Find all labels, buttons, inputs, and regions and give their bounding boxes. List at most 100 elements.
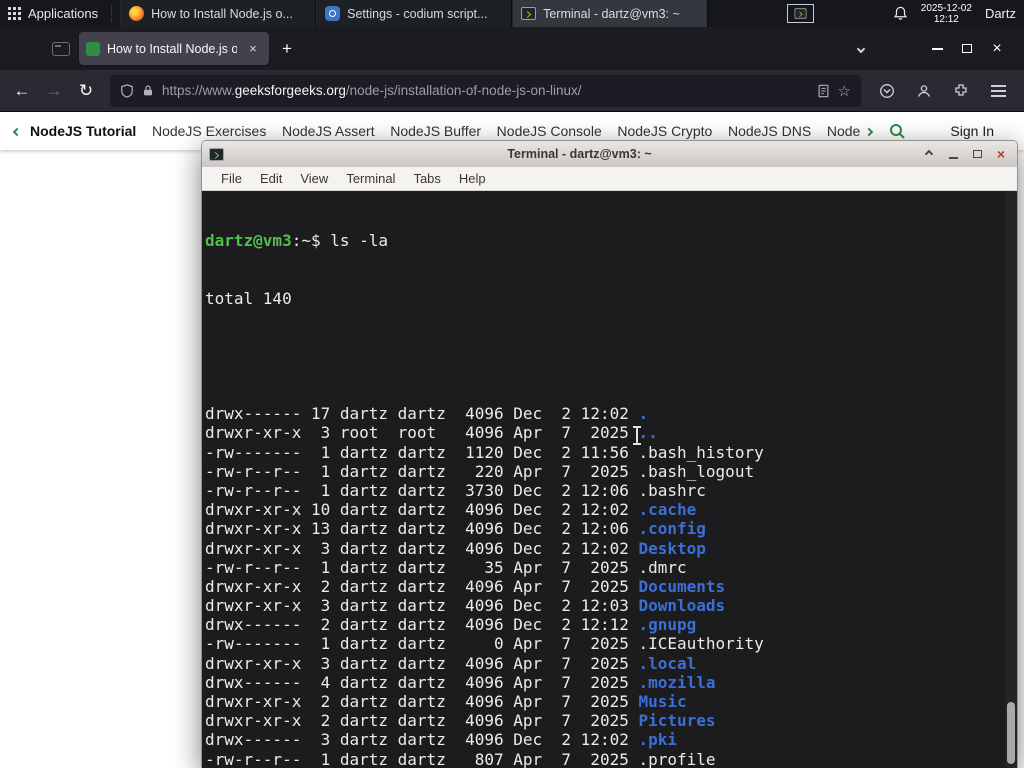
site-nav-item[interactable]: NodeJS Buffer — [390, 123, 481, 139]
terminal-title-bar[interactable]: Terminal - dartz@vm3: ~ × — [202, 141, 1017, 167]
file-name: Downloads — [638, 596, 726, 616]
taskbar-window-settings[interactable]: Settings - codium script... — [316, 0, 513, 27]
pocket-icon[interactable] — [871, 75, 903, 107]
file-name: Desktop — [638, 538, 706, 558]
terminal-titlebar-icon — [209, 147, 224, 161]
tray-terminal-icon[interactable] — [786, 4, 814, 23]
tracking-shield-icon[interactable] — [120, 83, 134, 98]
browser-tab-bar: How to Install Node.js on... × + × — [0, 27, 1024, 70]
panel-right-area: 2025-12-02 12:12 Dartz — [786, 0, 1024, 27]
file-name: .dmrc — [638, 557, 687, 577]
terminal-line: drwxr-xr-x 13 dartz dartz 4096 Dec 2 12:… — [205, 519, 1017, 538]
user-label: Dartz — [984, 6, 1016, 21]
file-attributes: -rw-r--r-- 1 dartz dartz 35 Apr 7 2025 — [205, 557, 639, 577]
lock-icon[interactable] — [142, 84, 154, 97]
prompt-user-host: dartz@vm3 — [205, 231, 292, 251]
site-nav-item[interactable]: NodeJS Assert — [282, 123, 375, 139]
total-line: total 140 — [205, 289, 292, 308]
terminal-line: drwxr-xr-x 3 dartz dartz 4096 Dec 2 12:0… — [205, 596, 1017, 615]
terminal-maximize-button[interactable] — [968, 145, 986, 163]
file-name: .bashrc — [638, 480, 706, 500]
terminal-window-controls: × — [920, 145, 1010, 163]
file-name: Pictures — [638, 711, 716, 731]
file-attributes: drwxr-xr-x 10 dartz dartz 4096 Dec 2 12:… — [205, 500, 639, 520]
menu-hamburger-icon[interactable] — [982, 75, 1014, 107]
typed-command: ls -la — [330, 231, 389, 251]
terminal-menu-item[interactable]: Edit — [251, 167, 291, 191]
desktop: Applications How to Install Node.js o...… — [0, 0, 1024, 768]
bookmark-star-icon[interactable]: ☆ — [838, 82, 851, 100]
top-panel: Applications How to Install Node.js o...… — [0, 0, 1024, 27]
taskbar-window-firefox[interactable]: How to Install Node.js o... — [120, 0, 317, 27]
nav-scroll-right-icon[interactable] — [865, 122, 874, 140]
site-nav-item[interactable]: NodeJS DNS — [728, 123, 811, 139]
new-tab-button[interactable]: + — [273, 35, 301, 63]
file-name: .pki — [638, 730, 678, 750]
file-attributes: -rw-r--r-- 1 dartz dartz 220 Apr 7 2025 — [205, 461, 639, 481]
terminal-menu-item[interactable]: View — [291, 167, 337, 191]
terminal-menu-item[interactable]: Terminal — [337, 167, 404, 191]
terminal-close-button[interactable]: × — [992, 145, 1010, 163]
toolbar-icons — [871, 75, 1018, 107]
browser-tab-active[interactable]: How to Install Node.js on... × — [79, 32, 269, 65]
file-attributes: drwxr-xr-x 3 dartz dartz 4096 Apr 7 2025 — [205, 653, 639, 673]
terminal-line: drwxr-xr-x 3 dartz dartz 4096 Dec 2 12:0… — [205, 539, 1017, 558]
file-name: .local — [638, 653, 697, 673]
file-name: .bash_logout — [638, 461, 755, 481]
text-cursor-pointer — [633, 426, 641, 445]
file-attributes: -rw-r--r-- 1 dartz dartz 3730 Dec 2 12:0… — [205, 480, 639, 500]
terminal-line: -rw------- 1 dartz dartz 0 Apr 7 2025 .I… — [205, 634, 1017, 653]
notification-bell-icon[interactable] — [893, 6, 908, 21]
reload-icon[interactable]: ↻ — [70, 75, 102, 107]
site-nav-item[interactable]: NodeJS Exercises — [152, 123, 266, 139]
file-attributes: drwxr-xr-x 2 dartz dartz 4096 Apr 7 2025 — [205, 711, 639, 731]
list-all-tabs-icon[interactable] — [848, 44, 874, 53]
tab-close-icon[interactable]: × — [244, 41, 262, 56]
terminal-output[interactable]: dartz@vm3:~$ ls -la total 140 drwx------… — [202, 191, 1017, 768]
applications-menu-button[interactable]: Applications — [0, 0, 108, 27]
terminal-menu-item[interactable]: File — [212, 167, 251, 191]
search-icon[interactable] — [888, 122, 906, 140]
browser-minimize-button[interactable] — [922, 35, 952, 63]
clock-date: 2025-12-02 — [920, 2, 972, 14]
panel-separator — [111, 5, 117, 22]
nav-scroll-left-icon[interactable] — [12, 122, 22, 140]
site-nav-item[interactable]: Node — [827, 123, 860, 139]
terminal-line: drwxr-xr-x 2 dartz dartz 4096 Apr 7 2025… — [205, 577, 1017, 596]
browser-maximize-button[interactable] — [952, 35, 982, 63]
file-attributes: -rw-r--r-- 1 dartz dartz 807 Apr 7 2025 — [205, 749, 639, 768]
file-name: .config — [638, 519, 706, 539]
taskbar-window-terminal[interactable]: Terminal - dartz@vm3: ~ — [512, 0, 709, 27]
sign-in-button[interactable]: Sign In — [950, 123, 994, 139]
extensions-puzzle-icon[interactable] — [945, 75, 977, 107]
terminal-line: drwx------ 17 dartz dartz 4096 Dec 2 12:… — [205, 404, 1017, 423]
file-name: Documents — [638, 576, 726, 596]
reader-mode-icon[interactable] — [817, 84, 830, 98]
terminal-title: Terminal - dartz@vm3: ~ — [507, 147, 652, 161]
terminal-line: -rw-r--r-- 1 dartz dartz 220 Apr 7 2025 … — [205, 462, 1017, 481]
terminal-minimize-button[interactable] — [944, 145, 962, 163]
site-nav-item[interactable]: NodeJS Tutorial — [30, 123, 136, 139]
file-attributes: drwxr-xr-x 3 dartz dartz 4096 Dec 2 12:0… — [205, 538, 639, 558]
file-attributes: drwxr-xr-x 3 dartz dartz 4096 Dec 2 12:0… — [205, 596, 639, 616]
url-text: https://www.geeksforgeeks.org/node-js/in… — [162, 83, 582, 98]
tab-title: How to Install Node.js on... — [107, 41, 237, 56]
browser-close-button[interactable]: × — [982, 35, 1012, 63]
firefox-view-icon[interactable] — [52, 41, 70, 56]
terminal-line: drwxr-xr-x 3 dartz dartz 4096 Apr 7 2025… — [205, 654, 1017, 673]
terminal-menu-item[interactable]: Tabs — [404, 167, 449, 191]
site-nav-item[interactable]: NodeJS Console — [497, 123, 602, 139]
terminal-scrollbar-thumb[interactable] — [1007, 702, 1015, 764]
window-controls: × — [848, 35, 1024, 63]
back-icon[interactable]: ← — [6, 75, 38, 107]
forward-icon[interactable]: → — [38, 75, 70, 107]
terminal-shade-button[interactable] — [920, 145, 938, 163]
file-name: .bash_history — [638, 442, 764, 462]
url-bar[interactable]: https://www.geeksforgeeks.org/node-js/in… — [110, 74, 861, 107]
account-icon[interactable] — [908, 75, 940, 107]
terminal-menu-item[interactable]: Help — [450, 167, 495, 191]
site-nav-item[interactable]: NodeJS Crypto — [617, 123, 712, 139]
terminal-line: -rw------- 1 dartz dartz 1120 Dec 2 11:5… — [205, 443, 1017, 462]
terminal-line: drwx------ 2 dartz dartz 4096 Dec 2 12:1… — [205, 615, 1017, 634]
terminal-scrollbar[interactable] — [1005, 191, 1017, 768]
